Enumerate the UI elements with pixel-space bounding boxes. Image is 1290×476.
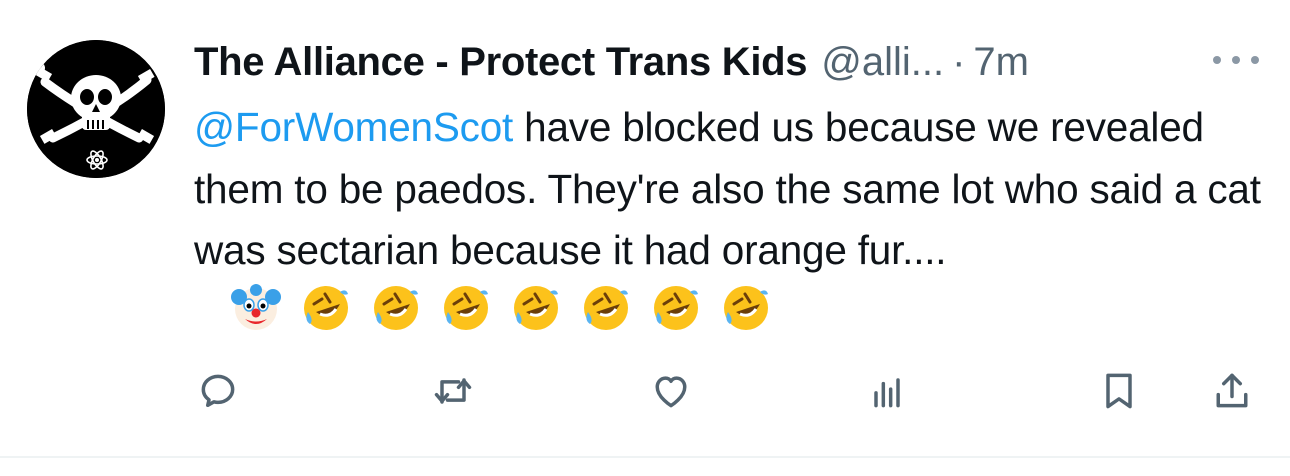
more-options-icon[interactable] <box>1213 48 1259 72</box>
share-icon <box>1216 373 1248 408</box>
rolling-on-floor-laughing-emoji-icon <box>650 282 702 334</box>
rolling-on-floor-laughing-emoji-icon <box>720 282 772 334</box>
rolling-on-floor-laughing-emoji-icon <box>580 282 632 334</box>
pirate-skull-avatar-icon <box>27 40 165 178</box>
bookmark-button[interactable] <box>1094 366 1144 416</box>
reply-icon <box>201 374 235 408</box>
tweet-timestamp[interactable]: 7m <box>973 40 1029 85</box>
bookmark-icon <box>1106 373 1132 409</box>
author-display-name[interactable]: The Alliance - Protect Trans Kids <box>194 40 808 85</box>
analytics-icon <box>874 378 900 408</box>
rolling-on-floor-laughing-emoji-icon <box>370 282 422 334</box>
tweet-actions <box>0 366 1290 416</box>
avatar[interactable] <box>27 40 165 178</box>
clown-face-emoji-icon <box>230 282 282 334</box>
views-button[interactable] <box>862 366 912 416</box>
tweet-divider <box>0 456 1290 458</box>
author-handle[interactable]: @alli... <box>821 40 944 85</box>
like-button[interactable] <box>646 366 696 416</box>
mention-link[interactable]: @ForWomenScot <box>194 104 513 150</box>
emoji-group <box>230 282 790 334</box>
share-button[interactable] <box>1207 366 1257 416</box>
reply-button[interactable] <box>193 366 243 416</box>
retweet-button[interactable] <box>428 366 478 416</box>
rolling-on-floor-laughing-emoji-icon <box>300 282 352 334</box>
tweet-card[interactable]: The Alliance - Protect Trans Kids @alli.… <box>0 0 1290 460</box>
rolling-on-floor-laughing-emoji-icon <box>510 282 562 334</box>
rolling-on-floor-laughing-emoji-icon <box>440 282 492 334</box>
tweet-header: The Alliance - Protect Trans Kids @alli.… <box>194 38 1029 86</box>
heart-icon <box>655 376 687 408</box>
tweet-text: @ForWomenScot have blocked us because we… <box>194 97 1274 343</box>
retweet-icon <box>434 378 472 404</box>
header-separator: · <box>952 39 966 84</box>
